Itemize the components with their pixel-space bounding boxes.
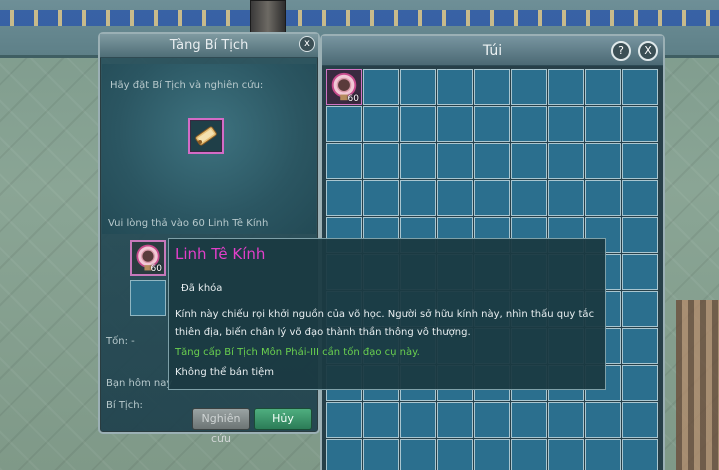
bag-slot[interactable]: 60: [326, 69, 362, 105]
bag-slot[interactable]: [326, 439, 362, 470]
bag-slot[interactable]: [511, 402, 547, 438]
bag-slot[interactable]: [400, 69, 436, 105]
bag-slot[interactable]: [437, 180, 473, 216]
cancel-button[interactable]: Hủy: [254, 408, 312, 430]
bag-slot[interactable]: [585, 69, 621, 105]
item-tooltip: Linh Tê Kính Đã khóa Kính này chiếu rọi …: [168, 238, 606, 390]
bag-slot[interactable]: [326, 402, 362, 438]
bag-slot[interactable]: [622, 439, 658, 470]
bag-slot[interactable]: [585, 180, 621, 216]
bag-slot[interactable]: [437, 143, 473, 179]
bag-slot[interactable]: [622, 106, 658, 142]
bag-slot[interactable]: [474, 143, 510, 179]
bag-slot[interactable]: [622, 180, 658, 216]
bag-slot[interactable]: [326, 143, 362, 179]
bag-slot[interactable]: [400, 143, 436, 179]
bag-slot[interactable]: [474, 439, 510, 470]
bag-slot[interactable]: [585, 402, 621, 438]
cost-label: Tốn: -: [106, 336, 135, 347]
bag-slot[interactable]: [363, 106, 399, 142]
bag-slot[interactable]: [511, 106, 547, 142]
bag-slot[interactable]: [548, 439, 584, 470]
bag-slot[interactable]: [622, 328, 658, 364]
bag-slot[interactable]: [585, 106, 621, 142]
bag-slot[interactable]: [548, 180, 584, 216]
bag-slot[interactable]: [326, 180, 362, 216]
bag-slot[interactable]: [511, 439, 547, 470]
bag-slot[interactable]: [437, 106, 473, 142]
bag-slot[interactable]: [511, 69, 547, 105]
material-slot-qty: 60: [150, 264, 162, 274]
background-wall-pattern: [0, 10, 719, 26]
research-book-slot[interactable]: [188, 118, 224, 154]
research-button[interactable]: Nghiên cứu: [192, 408, 250, 445]
bag-slot[interactable]: [548, 69, 584, 105]
bag-slot[interactable]: [474, 180, 510, 216]
tooltip-sell-note: Không thể bán tiệm: [175, 367, 275, 378]
bag-slot[interactable]: [622, 143, 658, 179]
bag-close-button[interactable]: X: [638, 41, 658, 61]
bag-slot[interactable]: [400, 439, 436, 470]
bag-slot[interactable]: [622, 365, 658, 401]
bag-slot[interactable]: [400, 106, 436, 142]
material-hint: Vui lòng thả vào 60 Linh Tê Kính: [108, 218, 269, 229]
research-panel-title: Tàng Bí Tịch: [100, 34, 318, 58]
bag-slot[interactable]: [585, 143, 621, 179]
bag-slot[interactable]: [474, 106, 510, 142]
material-slot-empty[interactable]: [130, 280, 166, 316]
bag-slot[interactable]: [363, 439, 399, 470]
bag-slot[interactable]: [548, 143, 584, 179]
background-railing: [676, 300, 719, 470]
bag-slot[interactable]: [363, 402, 399, 438]
bag-slot[interactable]: [437, 439, 473, 470]
tooltip-description-line1: Kính này chiếu rọi khởi nguồn của võ học…: [175, 309, 595, 320]
bag-slot[interactable]: [363, 69, 399, 105]
research-instruction: Hãy đặt Bí Tịch và nghiên cứu:: [110, 80, 264, 91]
bag-slot[interactable]: [326, 106, 362, 142]
scroll-book-icon: [195, 126, 217, 146]
research-close-button[interactable]: x: [299, 36, 315, 52]
bag-slot[interactable]: [474, 402, 510, 438]
bag-slot-qty: 60: [347, 94, 359, 104]
bag-slot[interactable]: [400, 402, 436, 438]
tooltip-description-line2: thiên địa, biến chân lý võ đạo thành thầ…: [175, 327, 471, 338]
book-label: Bí Tịch:: [106, 400, 143, 411]
bag-slot[interactable]: [437, 402, 473, 438]
tooltip-item-name: Linh Tê Kính: [175, 245, 266, 263]
bag-slot[interactable]: [622, 217, 658, 253]
help-button[interactable]: ?: [611, 41, 631, 61]
bag-slot[interactable]: [400, 180, 436, 216]
tooltip-use-note: Tăng cấp Bí Tịch Môn Phái-III cần tốn đạ…: [175, 347, 420, 358]
bag-slot[interactable]: [622, 291, 658, 327]
bag-slot[interactable]: [622, 69, 658, 105]
bag-slot[interactable]: [437, 69, 473, 105]
bag-slot[interactable]: [585, 439, 621, 470]
material-slot-filled[interactable]: 60: [130, 240, 166, 276]
bag-slot[interactable]: [511, 143, 547, 179]
today-label: Bạn hôm nay: [106, 378, 173, 389]
bag-slot[interactable]: [511, 180, 547, 216]
bag-slot[interactable]: [622, 402, 658, 438]
bag-slot[interactable]: [548, 402, 584, 438]
tooltip-status: Đã khóa: [181, 283, 223, 294]
bag-slot[interactable]: [474, 69, 510, 105]
bag-slot[interactable]: [548, 106, 584, 142]
bag-slot[interactable]: [363, 180, 399, 216]
bag-slot[interactable]: [363, 143, 399, 179]
bag-slot[interactable]: [622, 254, 658, 290]
